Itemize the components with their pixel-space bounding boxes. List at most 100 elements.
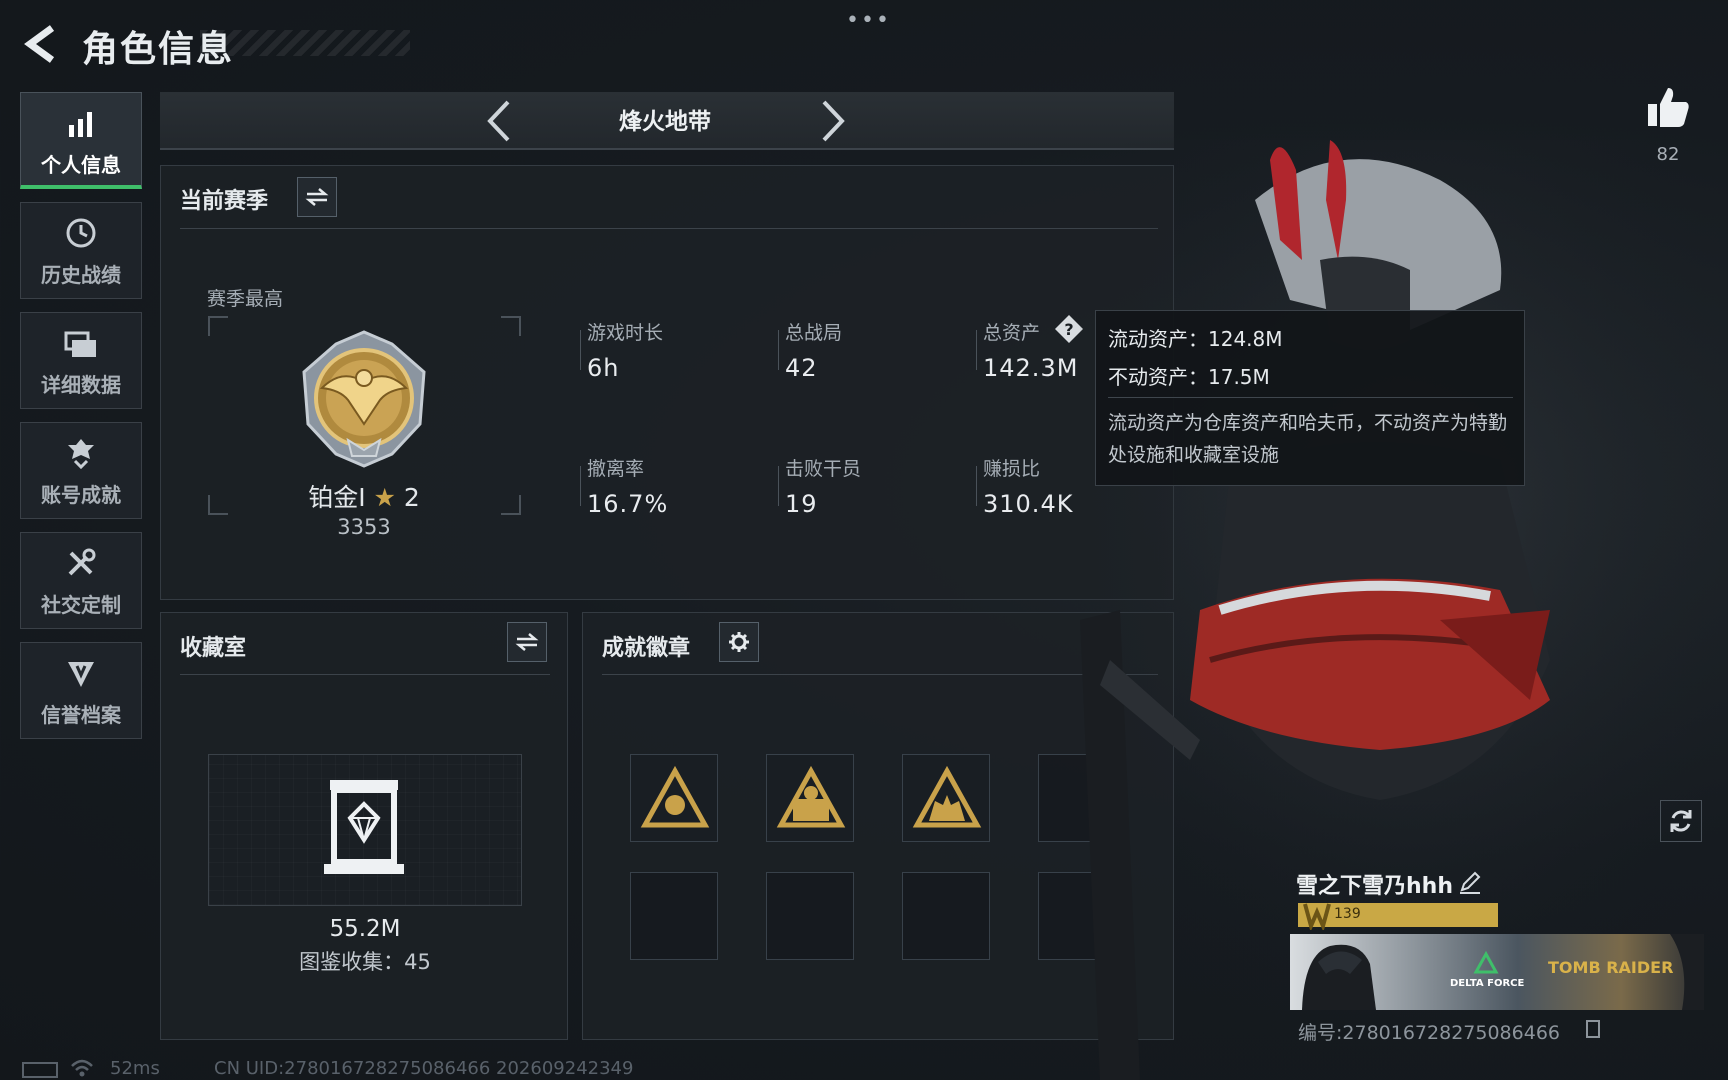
more-options-button[interactable]: ••• [846, 8, 891, 33]
back-button[interactable] [18, 22, 62, 66]
collection-divider [180, 674, 550, 675]
achievements-divider [602, 674, 1158, 675]
svg-text:?: ? [1064, 320, 1073, 339]
like-button[interactable] [1646, 86, 1690, 134]
pencil-icon [1460, 871, 1481, 894]
rank-emblem-icon [292, 328, 436, 476]
badge-triangle-icon [640, 765, 710, 828]
stat-separator [976, 466, 977, 506]
season-title: 当前赛季 [180, 189, 269, 214]
frame-corner [501, 495, 521, 515]
badge-team-icon [912, 765, 982, 828]
rank-name: 铂金Ⅰ [308, 483, 366, 512]
copy-icon[interactable] [1586, 1020, 1600, 1038]
battery-icon [22, 1062, 58, 1078]
stat-separator [580, 330, 581, 370]
stat-kills-label: 击败干员 [785, 458, 862, 480]
chevron-right-icon [822, 100, 845, 142]
sidebar-item-detail-data[interactable]: 详细数据 [20, 312, 142, 409]
assets-tooltip: 流动资产：124.8M 不动资产：17.5M 流动资产为仓库资产和哈夫币，不动资… [1095, 310, 1525, 486]
sidebar-item-personal-info[interactable]: 个人信息 [20, 92, 142, 189]
collection-title: 收藏室 [180, 636, 247, 661]
stat-extract-rate-label: 撤离率 [587, 458, 645, 480]
stat-separator [976, 330, 977, 370]
season-divider [180, 228, 1158, 229]
display-case-icon [322, 778, 406, 882]
bar-chart-icon [66, 93, 96, 139]
sidebar-item-label: 历史战绩 [41, 263, 121, 287]
stat-kills-value: 19 [785, 490, 818, 518]
refresh-icon [1670, 810, 1692, 832]
frame-corner [208, 316, 228, 336]
stat-profit-ratio-label: 赚损比 [983, 458, 1041, 480]
chevron-left-icon [487, 100, 510, 142]
medal-icon [66, 423, 96, 469]
season-switch-button[interactable] [297, 177, 337, 217]
frame-corner [501, 316, 521, 336]
player-nickname: 雪之下雪乃hhh [1296, 874, 1453, 899]
thumbs-up-icon [1648, 88, 1689, 127]
uid-text: CN UID:278016728275086466 202609242349 [214, 1058, 634, 1079]
edit-name-button[interactable] [1458, 870, 1482, 898]
player-id: 编号:278016728275086466 [1298, 1022, 1560, 1044]
player-level: 139 [1334, 906, 1361, 922]
swap-icon [515, 633, 539, 651]
sidebar-item-credit-record[interactable]: 信誉档案 [20, 642, 142, 739]
collection-switch-button[interactable] [507, 622, 547, 662]
rotate-model-button[interactable] [1660, 800, 1702, 842]
badge-squad-icon [776, 765, 846, 828]
stat-separator [778, 330, 779, 370]
stat-playtime-label: 游戏时长 [587, 322, 664, 344]
profile-banner[interactable]: DELTA FORCE TOMB RAIDER [1290, 934, 1704, 1010]
sidebar-item-social-custom[interactable]: 社交定制 [20, 532, 142, 629]
shield-icon [66, 643, 96, 689]
sidebar-item-history[interactable]: 历史战绩 [20, 202, 142, 299]
achievements-title: 成就徽章 [602, 636, 691, 661]
sidebar-item-label: 社交定制 [41, 593, 121, 617]
stat-assets-label: 总资产 [983, 322, 1041, 344]
stat-separator [580, 466, 581, 506]
swap-icon [305, 188, 329, 206]
stat-assets-value: 142.3M [983, 354, 1079, 382]
achievements-settings-button[interactable] [719, 622, 759, 662]
badge-slot[interactable] [902, 754, 990, 842]
collection-catalog: 图鉴收集：45 [299, 950, 431, 974]
back-arrow-icon [24, 25, 55, 63]
gear-icon [729, 632, 749, 652]
tooltip-divider [1108, 397, 1513, 398]
stat-playtime-value: 6h [587, 354, 620, 382]
tools-icon [65, 533, 97, 579]
level-emblem-icon [1302, 900, 1332, 934]
like-count: 82 [1656, 144, 1680, 165]
folder-icon [64, 313, 98, 359]
badge-slot[interactable] [766, 872, 854, 960]
stat-extract-rate-value: 16.7% [587, 490, 669, 518]
banner-logo-left: DELTA FORCE [1450, 978, 1525, 989]
ping-text: 52ms [110, 1058, 160, 1079]
badge-slot[interactable] [766, 754, 854, 842]
sidebar-item-label: 信誉档案 [41, 703, 121, 727]
tooltip-description: 流动资产为仓库资产和哈夫币，不动资产为特勤处设施和收藏室设施 [1108, 412, 1508, 466]
stat-matches-label: 总战局 [785, 322, 843, 344]
season-best-label: 赛季最高 [207, 288, 284, 310]
mode-prev-button[interactable] [484, 98, 514, 148]
rank-name-row: 铂金Ⅰ ★ 2 [252, 478, 476, 514]
stat-profit-ratio-value: 310.4K [983, 490, 1074, 518]
wifi-icon [70, 1058, 94, 1080]
sidebar-item-label: 账号成就 [41, 483, 121, 507]
page-title: 角色信息 [82, 29, 235, 70]
sidebar-item-label: 个人信息 [41, 153, 121, 177]
rank-score: 3353 [337, 515, 391, 539]
rank-stars: 2 [403, 483, 420, 512]
sidebar-item-account-achievements[interactable]: 账号成就 [20, 422, 142, 519]
sidebar-item-label: 详细数据 [41, 373, 121, 397]
mode-next-button[interactable] [818, 98, 848, 148]
stat-matches-value: 42 [785, 354, 818, 382]
badge-slot[interactable] [902, 872, 990, 960]
badge-slot[interactable] [630, 872, 718, 960]
collection-value: 55.2M [329, 916, 401, 942]
badge-slot[interactable] [630, 754, 718, 842]
frame-corner [208, 495, 228, 515]
clock-history-icon [65, 203, 97, 249]
stat-separator [778, 466, 779, 506]
